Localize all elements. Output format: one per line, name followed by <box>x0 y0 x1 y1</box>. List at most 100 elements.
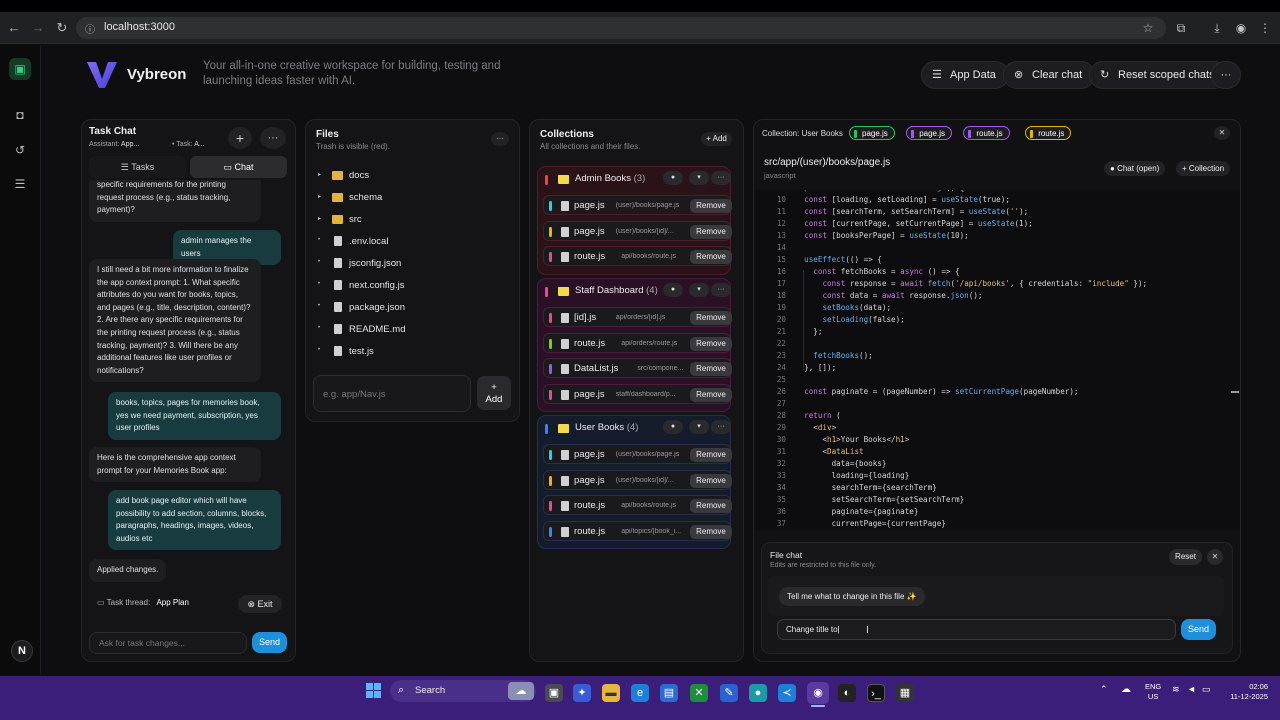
file-row[interactable]: • next.config.js <box>316 278 506 296</box>
tray-chevron-icon[interactable]: ⌃ <box>1100 684 1108 695</box>
drag-handle-icon[interactable] <box>545 424 548 434</box>
collection-chat-button[interactable]: ● <box>663 283 683 297</box>
close-editor-button[interactable]: ✕ <box>1214 126 1230 140</box>
clear-chat-button[interactable]: ⊗ Clear chat <box>1003 61 1096 89</box>
more-button[interactable]: ··· <box>1211 61 1241 89</box>
collection-file-row[interactable]: route.js api/topics/[book_i... Remove <box>543 520 732 541</box>
collection-file-row[interactable]: page.js (user)/books/page.js Remove <box>543 444 732 464</box>
exit-thread-button[interactable]: ⊗ Exit <box>238 595 282 613</box>
xbox-icon[interactable]: ✕ <box>690 684 708 702</box>
github-icon[interactable]: ◐ <box>838 684 856 702</box>
add-collection-button[interactable]: + Add <box>701 132 732 146</box>
bookmark-star-icon[interactable]: ☆ <box>1139 19 1157 37</box>
collection-file-row[interactable]: page.js (user)/books/[id]/... Remove <box>543 469 732 490</box>
collection-file-row[interactable]: route.js api/books/route.js Remove <box>543 246 732 266</box>
expand-chevron-icon[interactable]: ▸ <box>318 171 321 178</box>
app-data-button[interactable]: ☰ App Data <box>921 61 1009 89</box>
tab-tasks[interactable]: ☰ Tasks <box>89 156 186 178</box>
remove-file-button[interactable]: Remove <box>690 311 732 325</box>
remove-file-button[interactable]: Remove <box>690 524 732 539</box>
volume-icon[interactable]: ◄ <box>1187 684 1196 694</box>
remove-file-button[interactable]: Remove <box>690 336 732 351</box>
collection-chat-button[interactable]: ● <box>663 171 683 185</box>
remove-file-button[interactable]: Remove <box>690 499 732 513</box>
app-icon[interactable]: ● <box>749 684 767 702</box>
collection-file-row[interactable]: DataList.js src/compone... Remove <box>543 358 732 378</box>
files-more-button[interactable]: ··· <box>491 132 509 146</box>
history-icon[interactable]: ↺ <box>9 139 31 161</box>
avatar[interactable]: N <box>11 640 33 662</box>
store-icon[interactable]: ▤ <box>660 684 678 702</box>
task-view-icon[interactable]: ▣ <box>545 684 563 702</box>
vscode-icon[interactable]: ≺ <box>778 684 796 702</box>
collection-header[interactable]: User Books (4) ● ▾ ··· <box>538 416 732 440</box>
profile-icon[interactable]: ◉ <box>1232 19 1250 37</box>
edge-icon[interactable]: e <box>631 684 649 702</box>
folder-row[interactable]: ▸ schema <box>316 190 506 208</box>
collection-file-row[interactable]: route.js api/orders/route.js Remove <box>543 332 732 353</box>
file-chat-reset-button[interactable]: Reset <box>1169 549 1202 565</box>
forward-icon[interactable]: → <box>30 20 46 36</box>
reload-icon[interactable]: ↻ <box>54 20 70 36</box>
robot-icon[interactable]: ▣ <box>9 58 31 80</box>
menu-kebab-icon[interactable]: ⋮ <box>1256 19 1274 37</box>
drag-handle-icon[interactable] <box>545 175 548 185</box>
folder-row[interactable]: ▸ src <box>316 212 506 230</box>
file-row[interactable]: • jsconfig.json <box>316 256 506 274</box>
collection-file-row[interactable]: page.js (user)/books/[id]/... Remove <box>543 220 732 241</box>
chrome-icon[interactable]: ◉ <box>807 682 829 704</box>
remove-file-button[interactable]: Remove <box>690 199 732 213</box>
clock[interactable]: 02:06 11-12-2025 <box>1224 682 1268 702</box>
database-icon[interactable]: ☰ <box>9 173 31 195</box>
collection-file-tag[interactable]: route.js <box>1025 126 1072 140</box>
bot-icon[interactable]: ◘ <box>9 104 31 126</box>
task-chat-more-button[interactable]: ··· <box>260 127 286 149</box>
add-to-collection-button[interactable]: + Collection <box>1176 161 1231 176</box>
battery-icon[interactable]: ▭ <box>1202 684 1211 695</box>
folder-row[interactable]: ▸ docs <box>316 168 506 186</box>
expand-chevron-icon[interactable]: ▸ <box>318 215 321 222</box>
wifi-icon[interactable]: ≋ <box>1172 684 1180 695</box>
file-explorer-icon[interactable]: ▬ <box>602 684 620 702</box>
input-language[interactable]: ENG US <box>1145 682 1161 702</box>
collection-more-button[interactable]: ··· <box>711 283 731 297</box>
collection-chat-button[interactable]: ● <box>663 420 683 434</box>
code-editor[interactable]: 7 export default function BooksPage() {10… <box>756 190 1240 530</box>
site-info-icon[interactable]: ⓘ <box>85 21 95 36</box>
collection-file-tag[interactable]: page.js <box>906 126 952 140</box>
remove-file-button[interactable]: Remove <box>690 224 732 239</box>
remove-file-button[interactable]: Remove <box>690 250 732 264</box>
collection-file-row[interactable]: route.js api/books/route.js Remove <box>543 495 732 515</box>
collection-file-tag[interactable]: page.js <box>849 126 895 140</box>
file-row[interactable]: • package.json <box>316 300 506 318</box>
collection-file-row[interactable]: page.js (user)/books/page.js Remove <box>543 195 732 215</box>
collection-header[interactable]: Staff Dashboard (4) ● ▾ ··· <box>538 279 732 303</box>
app-window-icon[interactable]: ▦ <box>896 684 914 702</box>
task-chat-send-button[interactable]: Send <box>252 632 287 653</box>
drag-handle-icon[interactable] <box>545 287 548 297</box>
file-row[interactable]: • test.js <box>316 344 506 362</box>
collection-file-tag[interactable]: route.js <box>963 126 1010 140</box>
onedrive-icon[interactable]: ☁ <box>1121 684 1131 695</box>
windows-start-icon[interactable] <box>366 683 382 699</box>
terminal-icon[interactable]: ›_ <box>867 684 885 702</box>
expand-chevron-icon[interactable]: ▸ <box>318 193 321 200</box>
file-row[interactable]: • .env.local <box>316 234 506 252</box>
remove-file-button[interactable]: Remove <box>690 473 732 488</box>
file-chat-close-icon[interactable]: ✕ <box>1207 549 1223 565</box>
collection-file-row[interactable]: [id].js api/orders/[id].js Remove <box>543 307 732 327</box>
collection-file-row[interactable]: page.js staff/dashboard/p... Remove <box>543 383 732 404</box>
extensions-icon[interactable]: ⧉ <box>1172 19 1190 37</box>
remove-file-button[interactable]: Remove <box>690 448 732 462</box>
add-file-button[interactable]: + Add <box>477 376 511 410</box>
collection-more-button[interactable]: ··· <box>711 420 731 434</box>
task-chat-input[interactable]: Ask for task changes... <box>89 632 247 654</box>
back-icon[interactable]: ← <box>6 20 22 36</box>
new-file-path-input[interactable]: e.g. app/Nav.js <box>313 375 471 412</box>
copilot-icon[interactable]: ✦ <box>573 684 591 702</box>
remove-file-button[interactable]: Remove <box>690 362 732 376</box>
snip-icon[interactable]: ✎ <box>720 684 738 702</box>
collection-expand-button[interactable]: ▾ <box>689 283 709 297</box>
collection-more-button[interactable]: ··· <box>711 171 731 185</box>
collection-header[interactable]: Admin Books (3) ● ▾ ··· <box>538 167 732 191</box>
